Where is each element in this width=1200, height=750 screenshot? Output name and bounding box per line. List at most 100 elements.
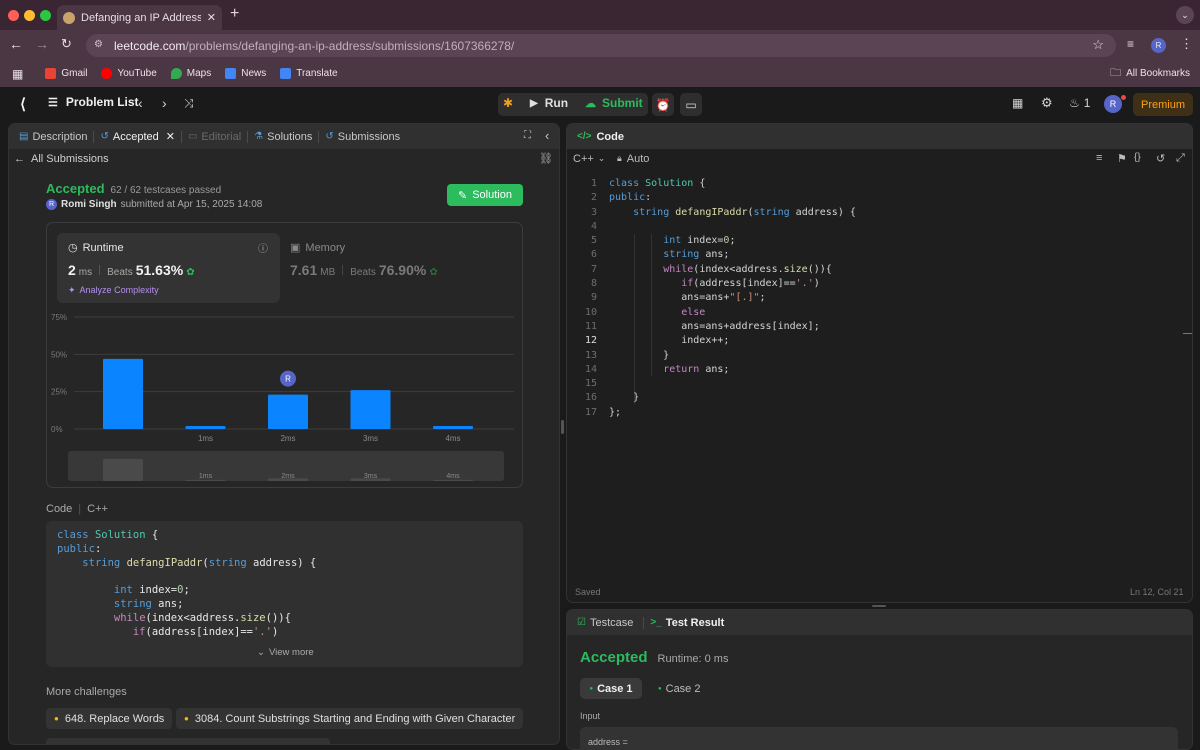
share-link-icon[interactable]: ⛓ — [539, 152, 553, 165]
tab-divider — [318, 130, 320, 143]
braces-icon[interactable]: {} — [1134, 152, 1141, 163]
bookmark-star-icon[interactable]: ☆ — [1092, 37, 1104, 53]
alarm-clock-icon[interactable]: ⏰ — [652, 93, 674, 116]
problem-list-button[interactable]: ☰ Problem List — [48, 95, 139, 109]
tab-test-result[interactable]: >_ Test Result — [650, 617, 724, 629]
submit-button[interactable]: ☁ Submit — [585, 96, 643, 110]
close-tab-icon[interactable]: ✕ — [207, 11, 216, 24]
browser-tab[interactable]: Defanging an IP Address - Le ✕ — [57, 5, 222, 30]
divider — [342, 265, 344, 275]
auto-mode-toggle[interactable]: 🔒︎ Auto — [617, 153, 649, 165]
debug-icon[interactable]: ✱ — [503, 96, 513, 110]
list-icon: ☰ — [48, 96, 58, 109]
runtime-unit: ms — [78, 267, 93, 278]
new-tab-icon[interactable]: + — [230, 5, 239, 23]
tab-testcase[interactable]: ☑ Testcase — [577, 617, 633, 629]
bookmark-youtube[interactable]: YouTube — [101, 68, 157, 79]
expand-icon[interactable]: ⤢ — [1176, 152, 1185, 165]
code-brackets-icon: </> — [577, 131, 592, 142]
chart-bar — [350, 390, 391, 429]
leetcode-logo-icon[interactable]: ⟨ — [14, 95, 32, 113]
close-window-button[interactable] — [8, 10, 19, 21]
challenge-chip-partial[interactable] — [46, 738, 330, 744]
flame-icon: ♨ — [1069, 96, 1080, 110]
sparkle-icon: ✦ — [68, 285, 76, 295]
bookmarks-bar: ▦ Gmail YouTube Maps News Translate 🗀 All… — [0, 60, 1200, 87]
url-path: /problems/defanging-an-ip-address/submis… — [185, 38, 515, 53]
language-select[interactable]: C++ ⌄ — [573, 153, 605, 165]
runtime-distribution-chart: 75% 50% 25% 0% 1ms 2ms R 3ms 4ms 1ms 2ms 3ms 4ms — [51, 313, 514, 481]
media-icon[interactable]: ≡ — [1127, 37, 1134, 51]
prev-problem-icon[interactable]: ‹ — [138, 95, 143, 111]
layout-icon[interactable]: ▦ — [1012, 96, 1023, 110]
browser-menu-icon[interactable]: ⋮ — [1180, 36, 1193, 52]
settings-gear-icon[interactable]: ⚙ — [1041, 95, 1053, 111]
submitter-info: R Romi Singh submitted at Apr 15, 2025 1… — [46, 199, 262, 210]
url-input[interactable]: ⚙ leetcode.com/problems/defanging-an-ip-… — [86, 34, 1116, 57]
bookmark-icon[interactable]: ⚑ — [1117, 152, 1127, 165]
profile-avatar[interactable]: R — [1151, 38, 1166, 53]
tab-search-icon[interactable]: ⌄ — [1176, 6, 1194, 24]
reset-icon[interactable]: ↺ — [1156, 152, 1165, 165]
back-icon[interactable]: ← — [9, 36, 23, 52]
case-2-tab[interactable]: ● Case 2 — [658, 678, 700, 699]
challenge-chip[interactable]: ● 3084. Count Substrings Starting and End… — [176, 708, 524, 729]
apps-grid-icon[interactable]: ▦ — [12, 67, 23, 81]
shuffle-icon[interactable]: ⤨ — [184, 96, 194, 111]
runtime-box[interactable]: ◷ Runtime ⓘ 2 ms Beats 51.63% ✿ ✦ Analyze … — [57, 233, 280, 303]
challenge-chip[interactable]: ● 648. Replace Words — [46, 708, 173, 729]
collapse-panel-icon[interactable]: ‹ — [545, 128, 549, 143]
result-status: Accepted — [580, 649, 648, 666]
reload-icon[interactable]: ↻ — [61, 36, 72, 52]
panel-resize-handle[interactable] — [561, 420, 564, 434]
clock-icon: ◷ — [68, 242, 78, 254]
tab-solutions[interactable]: ⚗ Solutions — [254, 131, 312, 143]
bookmark-news[interactable]: News — [225, 68, 266, 79]
forward-icon[interactable]: → — [35, 36, 49, 52]
notes-icon[interactable]: ▭ — [680, 93, 702, 116]
memory-box[interactable]: ▣ Memory 7.61 MB Beats 76.90% ✿ — [290, 233, 513, 303]
url-host: leetcode.com — [114, 38, 186, 53]
minimize-window-button[interactable] — [24, 10, 35, 21]
x-tick-label: 1ms — [198, 434, 213, 443]
navigator-bar — [433, 479, 473, 481]
runtime-beats-label: Beats — [107, 267, 133, 278]
format-icon[interactable]: ≡ — [1096, 152, 1102, 164]
run-button[interactable]: ▶ Run — [530, 96, 568, 110]
input-value-box: address = — [580, 727, 1178, 749]
maximize-panel-icon[interactable]: ⛶ — [524, 130, 531, 141]
runtime-header: ◷ Runtime — [68, 241, 124, 255]
tab-submissions[interactable]: ↺ Submissions — [325, 131, 400, 143]
bookmark-translate[interactable]: Translate — [280, 68, 338, 79]
tab-editorial[interactable]: ▭ Editorial — [188, 131, 241, 143]
case-1-tab[interactable]: ● Case 1 — [580, 678, 642, 699]
chip-icon: ▣ — [290, 242, 301, 254]
close-tab-icon[interactable]: ✕ — [166, 130, 175, 143]
play-icon: ▶ — [530, 97, 538, 109]
tab-accepted[interactable]: ↺ Accepted ✕ — [100, 130, 175, 144]
pass-dot-icon: ● — [589, 685, 594, 692]
cursor-position: Ln 12, Col 21 — [1130, 587, 1184, 597]
youtube-icon — [101, 68, 113, 79]
vertical-resize-handle[interactable] — [872, 605, 886, 607]
code-editor-text[interactable]: class Solution { public: string defangIP… — [609, 177, 856, 420]
view-more-button[interactable]: ⌄ View more — [257, 647, 314, 658]
bookmark-maps[interactable]: Maps — [170, 68, 211, 79]
tab-divider — [93, 130, 95, 143]
address-toolbar: ← → ↻ ⚙ leetcode.com/problems/defanging-… — [0, 30, 1200, 60]
next-problem-icon[interactable]: › — [162, 95, 167, 111]
streak-counter[interactable]: ♨ 1 — [1069, 96, 1090, 110]
code-preview: class Solution { public: string defangIP… — [46, 521, 523, 667]
solution-button[interactable]: ✎ Solution — [447, 184, 523, 206]
info-icon[interactable]: ⓘ — [258, 240, 268, 255]
tab-title: Defanging an IP Address - Le — [81, 11, 201, 24]
all-submissions-link[interactable]: ← All Submissions — [14, 153, 109, 165]
premium-button[interactable]: Premium — [1133, 93, 1193, 116]
analyze-complexity-link[interactable]: ✦ Analyze Complexity — [68, 285, 159, 296]
bookmark-gmail[interactable]: Gmail — [45, 68, 87, 79]
site-info-icon[interactable]: ⚙ — [94, 39, 103, 50]
maximize-window-button[interactable] — [40, 10, 51, 21]
tab-description[interactable]: ▤ Description — [19, 131, 87, 143]
user-avatar[interactable]: R — [1104, 95, 1122, 113]
all-bookmarks[interactable]: 🗀 All Bookmarks — [1110, 64, 1190, 83]
